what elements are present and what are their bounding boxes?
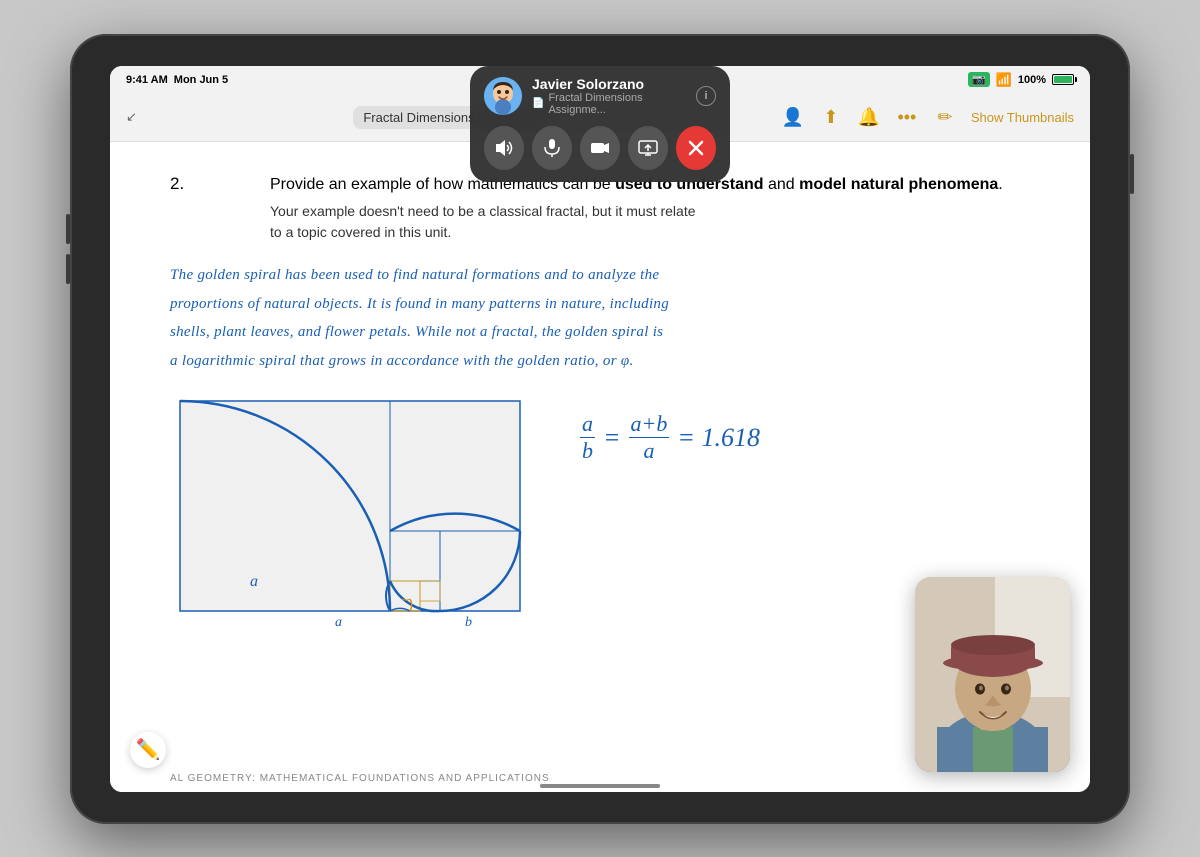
spiral-svg: a a b bbox=[170, 391, 540, 641]
facetime-info-button[interactable]: i bbox=[696, 86, 716, 106]
facetime-overlay: Javier Solorzano 📄 Fractal Dimensions As… bbox=[470, 66, 730, 182]
volume-up-button[interactable] bbox=[66, 214, 70, 244]
question-number: 2. bbox=[170, 172, 220, 194]
home-indicator[interactable] bbox=[540, 784, 660, 788]
question-subtext: Your example doesn't need to be a classi… bbox=[270, 201, 1003, 243]
facetime-name-area: Javier Solorzano 📄 Fractal Dimensions As… bbox=[532, 76, 686, 116]
volume-down-button[interactable] bbox=[66, 254, 70, 284]
question-and: and bbox=[764, 176, 800, 193]
handwritten-answer: The golden spiral has been used to find … bbox=[170, 261, 1030, 375]
status-right: 📷 📶 100% bbox=[968, 72, 1074, 88]
formula-display: a b = a+b a = 1.618 bbox=[580, 411, 760, 465]
facetime-popup: Javier Solorzano 📄 Fractal Dimensions As… bbox=[470, 66, 730, 182]
toolbar-right: 👤 ⬆ 🔔 ••• ✏ Show Thumbnails bbox=[781, 105, 1074, 129]
camera-feed bbox=[915, 577, 1070, 772]
caller-name: Javier Solorzano bbox=[532, 76, 686, 92]
ipad-device: 9:41 AM Mon Jun 5 📷 📶 100% ↙ Fractal bbox=[70, 34, 1130, 824]
ipad-screen: 9:41 AM Mon Jun 5 📷 📶 100% ↙ Fractal bbox=[110, 66, 1090, 792]
bell-icon[interactable]: 🔔 bbox=[857, 105, 881, 129]
end-call-button[interactable] bbox=[676, 126, 716, 170]
show-thumbnails-button[interactable]: Show Thumbnails bbox=[971, 110, 1074, 125]
battery-percent: 100% bbox=[1018, 74, 1046, 86]
mic-icon bbox=[541, 137, 563, 159]
facetime-subtitle: 📄 Fractal Dimensions Assignme... bbox=[532, 92, 686, 116]
question-bold2: model natural phenomena bbox=[799, 176, 998, 193]
document-area: 2. Provide an example of how mathematics… bbox=[110, 142, 1090, 792]
formula-block: a b = a+b a = 1.618 bbox=[580, 391, 760, 465]
info-label: i bbox=[704, 90, 707, 102]
memoji-svg bbox=[484, 77, 522, 115]
facetime-controls bbox=[484, 126, 716, 170]
drawing-area: a a b a b = bbox=[170, 391, 1030, 646]
power-button[interactable] bbox=[1130, 154, 1134, 194]
mic-button[interactable] bbox=[532, 126, 572, 170]
speaker-button[interactable] bbox=[484, 126, 524, 170]
person-video bbox=[915, 577, 1070, 772]
share-icon[interactable]: ⬆ bbox=[819, 105, 843, 129]
speaker-icon bbox=[493, 137, 515, 159]
doc-bottom-label: AL GEOMETRY: MATHEMATICAL FOUNDATIONS AN… bbox=[170, 773, 550, 784]
end-call-icon bbox=[685, 137, 707, 159]
subtitle-text: Fractal Dimensions Assignme... bbox=[548, 92, 686, 116]
toolbar-left: ↙ bbox=[126, 109, 137, 125]
caller-avatar bbox=[484, 77, 522, 115]
video-button[interactable] bbox=[580, 126, 620, 170]
doc-icon: 📄 bbox=[532, 98, 544, 109]
svg-text:a: a bbox=[250, 573, 258, 590]
wifi-icon: 📶 bbox=[996, 72, 1012, 88]
more-icon[interactable]: ••• bbox=[895, 105, 919, 129]
screen-share-icon bbox=[637, 137, 659, 159]
screen-share-button[interactable] bbox=[628, 126, 668, 170]
date-display: Mon Jun 5 bbox=[174, 74, 228, 86]
battery-icon bbox=[1052, 74, 1074, 85]
person-circle-icon[interactable]: 👤 bbox=[781, 105, 805, 129]
spiral-diagram: a a b bbox=[170, 391, 540, 646]
collapse-icon[interactable]: ↙ bbox=[126, 109, 137, 125]
edit-icon[interactable]: ✏ bbox=[933, 105, 957, 129]
question-text-block: Provide an example of how mathematics ca… bbox=[220, 172, 1003, 244]
svg-text:b: b bbox=[465, 615, 472, 630]
question-end: . bbox=[998, 176, 1002, 193]
person-svg bbox=[915, 577, 1070, 772]
pencil-tool-indicator[interactable]: ✏️ bbox=[130, 732, 166, 768]
time-display: 9:41 AM bbox=[126, 74, 168, 86]
status-left: 9:41 AM Mon Jun 5 bbox=[126, 74, 228, 86]
svg-text:a: a bbox=[335, 615, 342, 630]
video-icon bbox=[589, 137, 611, 159]
facetime-header: Javier Solorzano 📄 Fractal Dimensions As… bbox=[484, 76, 716, 116]
camera-status-icon: 📷 bbox=[968, 72, 990, 87]
doc-content: 2. Provide an example of how mathematics… bbox=[170, 172, 1030, 647]
question-block: 2. Provide an example of how mathematics… bbox=[170, 172, 1030, 244]
